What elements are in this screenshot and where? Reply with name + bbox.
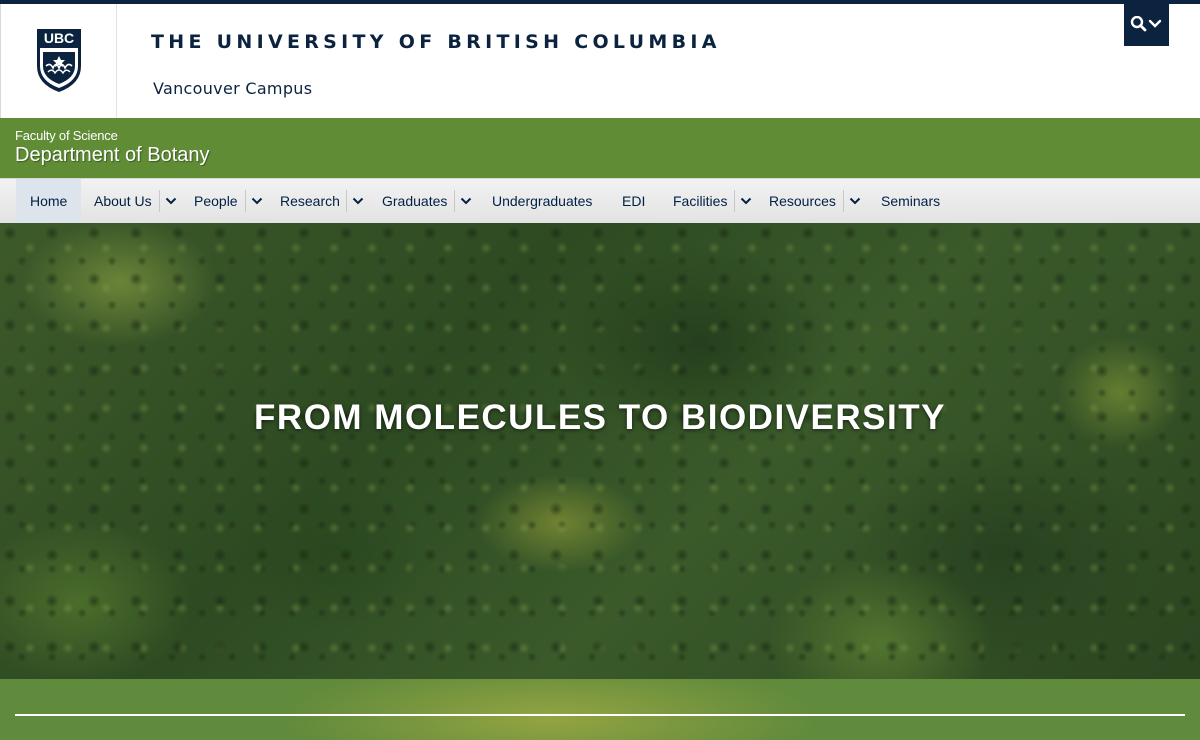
nav-graduates-dropdown[interactable] [454,190,474,212]
nav-undergraduates[interactable]: Undergraduates [492,179,592,223]
nav-about-us-dropdown[interactable] [159,190,179,212]
nav-resources[interactable]: Resources [769,179,836,223]
search-toggle-button[interactable] [1124,4,1169,46]
nav-home[interactable]: Home [16,179,82,223]
department-link[interactable]: Department of Botany [15,144,210,167]
unit-banner: Faculty of Science Department of Botany [0,118,1200,178]
hero-title: FROM MOLECULES TO BIODIVERSITY [254,398,946,437]
nav-seminars[interactable]: Seminars [881,179,940,223]
nav-about-us[interactable]: About Us [94,179,152,223]
forest-canopy-image [0,223,1200,679]
crest-lettering: UBC [44,30,74,46]
nav-facilities[interactable]: Facilities [673,179,727,223]
search-icon [1130,16,1162,32]
nav-resources-dropdown[interactable] [843,190,863,212]
nav-people[interactable]: People [194,179,238,223]
hero-banner: FROM MOLECULES TO BIODIVERSITY [0,223,1200,679]
nav-research[interactable]: Research [280,179,340,223]
nav-facilities-dropdown[interactable] [734,190,754,212]
chevron-down-icon [849,197,861,205]
main-navigation: Home About Us People Research Graduates … [0,178,1200,223]
background-artwork [190,679,910,740]
chevron-down-icon [251,197,263,205]
divider [15,714,1185,716]
campus-name[interactable]: Vancouver Campus [153,79,312,98]
ubc-global-header: UBC THE UNIVERSITY OF BRITISH COLUMBIA V… [0,4,1200,118]
nav-graduates[interactable]: Graduates [382,179,447,223]
nav-people-dropdown[interactable] [245,190,265,212]
nav-edi[interactable]: EDI [622,179,645,223]
university-name[interactable]: THE UNIVERSITY OF BRITISH COLUMBIA [151,31,721,53]
feature-band [0,679,1200,740]
ubc-crest-icon: UBC [35,27,83,93]
ubc-crest-link[interactable]: UBC [1,4,117,118]
chevron-down-icon [740,197,752,205]
chevron-down-icon [352,197,364,205]
chevron-down-icon [460,197,472,205]
chevron-down-icon [165,197,177,205]
faculty-link[interactable]: Faculty of Science [15,128,118,143]
nav-research-dropdown[interactable] [346,190,366,212]
